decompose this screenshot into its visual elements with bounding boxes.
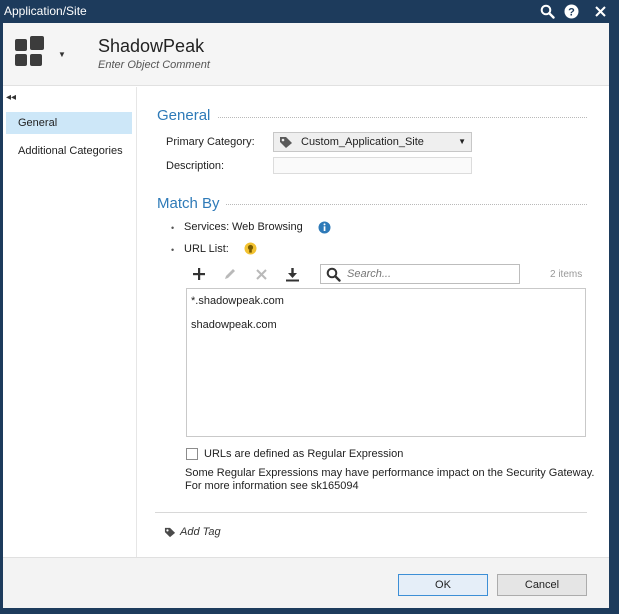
search-icon	[326, 267, 341, 285]
section-divider	[218, 117, 587, 118]
sidebar-item-additional-categories[interactable]: Additional Categories	[6, 140, 132, 162]
add-tag-link[interactable]: Add Tag	[180, 526, 221, 538]
collapse-icon[interactable]: ◂◂	[6, 92, 16, 103]
ok-button[interactable]: OK	[398, 574, 488, 596]
object-header: ▼ ShadowPeak Enter Object Comment	[3, 23, 609, 86]
window-title: Application/Site	[4, 4, 87, 18]
close-icon[interactable]	[591, 2, 609, 20]
regex-note-line2: For more information see sk165094	[185, 480, 359, 492]
bullet-icon: •	[171, 245, 175, 255]
window-frame-right	[609, 23, 619, 614]
window-frame-bottom	[0, 608, 619, 614]
url-list[interactable]: *.shadowpeak.com shadowpeak.com	[186, 288, 586, 437]
application-grid-icon[interactable]	[15, 36, 45, 69]
sidebar-item-general[interactable]: General	[6, 112, 132, 134]
tag-icon	[279, 136, 293, 152]
dialog-footer: OK Cancel	[3, 557, 609, 608]
import-icon[interactable]	[283, 265, 301, 283]
search-icon[interactable]	[538, 2, 556, 20]
object-name[interactable]: ShadowPeak	[98, 36, 204, 57]
services-label: Services:	[184, 221, 230, 233]
edit-icon[interactable]	[221, 265, 239, 283]
url-list-label: URL List:	[184, 243, 229, 255]
list-item[interactable]: shadowpeak.com	[191, 319, 277, 331]
services-value: Web Browsing	[232, 221, 303, 233]
delete-icon[interactable]	[252, 265, 270, 283]
bullet-icon: •	[171, 223, 175, 233]
sidebar: ◂◂ General Additional Categories	[3, 87, 137, 557]
section-title-general: General	[157, 107, 211, 124]
svg-text:?: ?	[568, 6, 575, 18]
chevron-down-icon: ▼	[458, 137, 466, 146]
section-title-match-by: Match By	[157, 195, 220, 212]
regex-checkbox-label[interactable]: URLs are defined as Regular Expression	[204, 448, 403, 460]
tag-icon[interactable]	[164, 527, 176, 541]
url-search-box[interactable]	[320, 264, 520, 284]
primary-category-select[interactable]: Custom_Application_Site ▼	[273, 132, 472, 152]
chevron-down-icon[interactable]: ▼	[58, 50, 66, 59]
section-divider	[226, 204, 587, 205]
regex-note-line1: Some Regular Expressions may have perfor…	[185, 467, 595, 479]
divider	[155, 512, 587, 513]
help-icon[interactable]: ?	[562, 2, 580, 20]
items-count: 2 items	[550, 269, 583, 280]
primary-category-value: Custom_Application_Site	[301, 136, 424, 148]
add-icon[interactable]	[190, 265, 208, 283]
object-comment-field[interactable]: Enter Object Comment	[98, 59, 210, 71]
list-item[interactable]: *.shadowpeak.com	[191, 295, 284, 307]
primary-category-label: Primary Category:	[166, 136, 255, 148]
main-panel: General Primary Category: Custom_Applica…	[138, 87, 609, 557]
search-input[interactable]	[347, 267, 513, 281]
window-title-bar: Application/Site ?	[0, 0, 619, 23]
description-label: Description:	[166, 160, 225, 172]
regex-checkbox[interactable]	[186, 448, 198, 460]
description-input[interactable]	[273, 157, 472, 174]
cancel-button[interactable]: Cancel	[497, 574, 587, 596]
lightbulb-icon[interactable]	[244, 242, 257, 259]
info-icon[interactable]	[318, 221, 331, 237]
